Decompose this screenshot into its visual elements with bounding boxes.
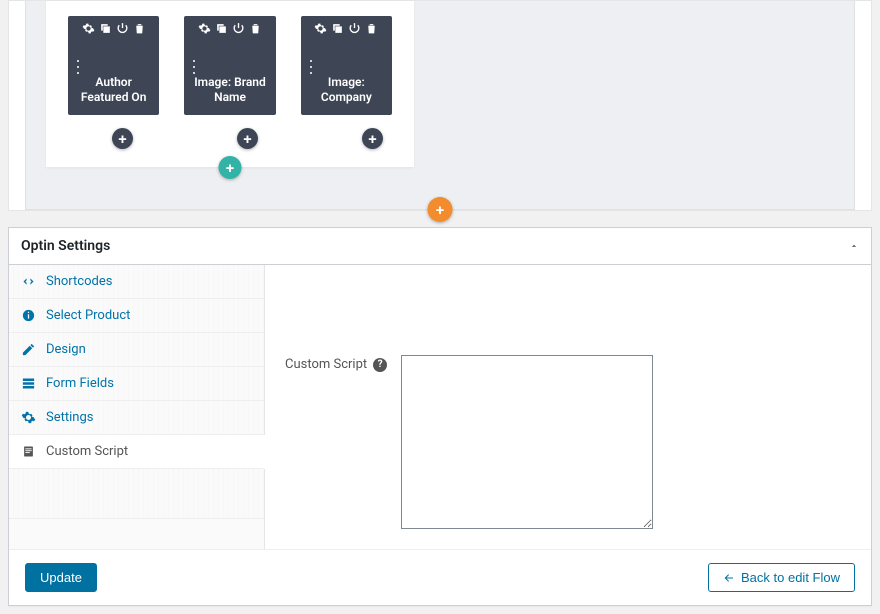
tabs-spacer xyxy=(9,469,264,519)
tab-custom-script[interactable]: Custom Script xyxy=(9,435,265,469)
settings-tabs: Shortcodes Select Product Design Form Fi… xyxy=(9,265,265,549)
module-title: Image: Brand Name xyxy=(186,39,273,113)
tab-settings[interactable]: Settings xyxy=(9,401,264,435)
module-title: Author Featured On xyxy=(70,39,157,113)
module-row: Author Featured On Image: Brand Name xyxy=(68,16,392,115)
module-toolbar xyxy=(70,18,157,39)
optin-settings-panel: Optin Settings Shortcodes Select Product… xyxy=(8,227,872,606)
update-button[interactable]: Update xyxy=(25,563,97,592)
module-card[interactable]: Author Featured On xyxy=(68,16,159,115)
tab-form-fields[interactable]: Form Fields xyxy=(9,367,264,401)
builder-section: Author Featured On Image: Brand Name xyxy=(46,1,834,181)
gear-icon[interactable] xyxy=(82,22,95,39)
form-icon xyxy=(21,376,36,391)
gear-icon xyxy=(21,410,36,425)
code-icon xyxy=(21,274,36,289)
panel-footer: Update Back to edit Flow xyxy=(9,549,871,605)
trash-icon[interactable] xyxy=(133,22,146,39)
gear-icon[interactable] xyxy=(314,22,327,39)
column-add-row: + + + xyxy=(68,128,392,149)
builder-canvas: Author Featured On Image: Brand Name xyxy=(25,1,855,210)
add-module-button[interactable]: + xyxy=(237,128,258,149)
back-to-flow-button[interactable]: Back to edit Flow xyxy=(708,563,855,592)
drag-handle-icon[interactable] xyxy=(306,60,316,74)
tab-label: Form Fields xyxy=(46,376,114,391)
module-card[interactable]: Image: Company xyxy=(301,16,392,115)
trash-icon[interactable] xyxy=(365,22,378,39)
tab-label: Settings xyxy=(46,410,93,425)
tab-select-product[interactable]: Select Product xyxy=(9,299,264,333)
module-toolbar xyxy=(303,18,390,39)
module-card[interactable]: Image: Brand Name xyxy=(184,16,275,115)
arrow-left-icon xyxy=(723,572,735,584)
tab-design[interactable]: Design xyxy=(9,333,264,367)
help-icon[interactable]: ? xyxy=(373,358,387,372)
add-module-button[interactable]: + xyxy=(112,128,133,149)
tab-label: Custom Script xyxy=(46,444,128,459)
power-icon[interactable] xyxy=(116,22,129,39)
builder-row: Author Featured On Image: Brand Name xyxy=(46,1,414,167)
power-icon[interactable] xyxy=(348,22,361,39)
drag-handle-icon[interactable] xyxy=(73,60,83,74)
add-module-button[interactable]: + xyxy=(362,128,383,149)
panel-body: Shortcodes Select Product Design Form Fi… xyxy=(9,265,871,549)
add-section-button[interactable]: + xyxy=(428,197,453,222)
gear-icon[interactable] xyxy=(198,22,211,39)
custom-script-field: Custom Script ? xyxy=(285,355,851,529)
back-button-label: Back to edit Flow xyxy=(741,570,840,585)
tab-shortcodes[interactable]: Shortcodes xyxy=(9,265,264,299)
duplicate-icon[interactable] xyxy=(331,22,344,39)
field-label-wrap: Custom Script ? xyxy=(285,355,387,372)
field-label: Custom Script xyxy=(285,357,367,372)
panel-title: Optin Settings xyxy=(21,238,110,254)
pencil-icon xyxy=(21,342,36,357)
script-icon xyxy=(21,444,36,459)
duplicate-icon[interactable] xyxy=(215,22,228,39)
panel-header[interactable]: Optin Settings xyxy=(9,228,871,265)
tab-label: Select Product xyxy=(46,308,130,323)
collapse-icon[interactable] xyxy=(849,241,859,251)
drag-handle-icon[interactable] xyxy=(189,60,199,74)
module-title: Image: Company xyxy=(303,39,390,113)
page-builder-panel: Author Featured On Image: Brand Name xyxy=(8,0,872,211)
module-toolbar xyxy=(186,18,273,39)
tab-content: Custom Script ? xyxy=(265,265,871,549)
custom-script-textarea[interactable] xyxy=(401,355,653,529)
add-row-button[interactable]: + xyxy=(219,156,242,179)
trash-icon[interactable] xyxy=(249,22,262,39)
tab-label: Shortcodes xyxy=(46,274,112,289)
tab-label: Design xyxy=(46,342,86,357)
duplicate-icon[interactable] xyxy=(99,22,112,39)
info-icon xyxy=(21,308,36,323)
power-icon[interactable] xyxy=(232,22,245,39)
